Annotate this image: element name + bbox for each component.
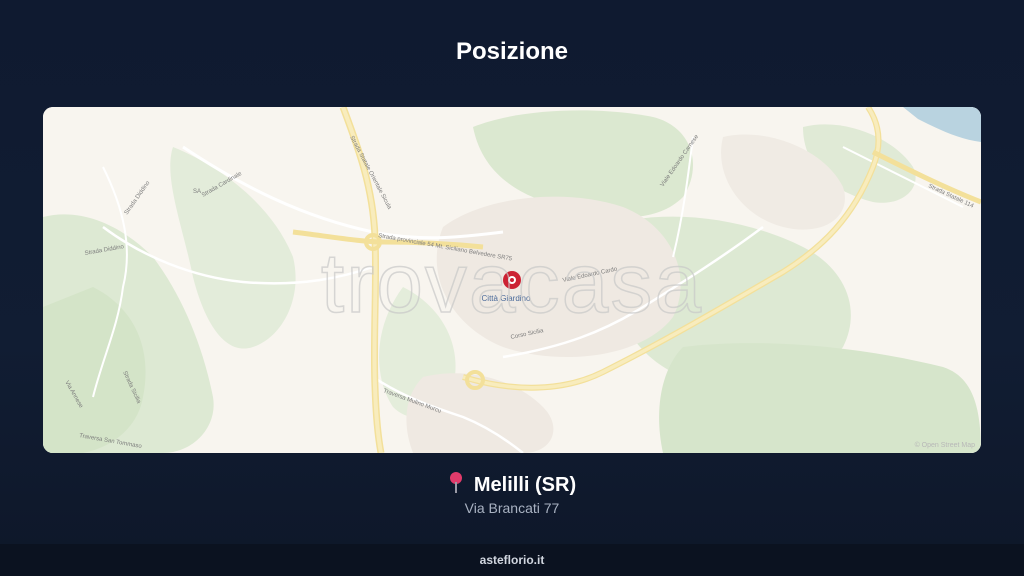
location-marker[interactable]	[503, 271, 521, 289]
location-address: Via Brancati 77	[464, 500, 560, 516]
map-canvas: Strada Statale Orientale Sicula Strada p…	[43, 107, 981, 453]
map-attribution[interactable]: © Open Street Map	[915, 442, 975, 449]
marker-label: Città Giardino	[482, 294, 531, 303]
map-view[interactable]: Strada Statale Orientale Sicula Strada p…	[43, 107, 981, 453]
location-name: Melilli (SR)	[473, 474, 577, 496]
street-label: SA	[193, 189, 201, 195]
page-title: Posizione	[455, 38, 569, 65]
footer: asteflorio.it	[0, 544, 1024, 576]
footer-site[interactable]: asteflorio.it	[480, 553, 545, 567]
location-name-row: Melilli (SR)	[0, 472, 1024, 497]
map-pin-icon	[448, 472, 464, 494]
